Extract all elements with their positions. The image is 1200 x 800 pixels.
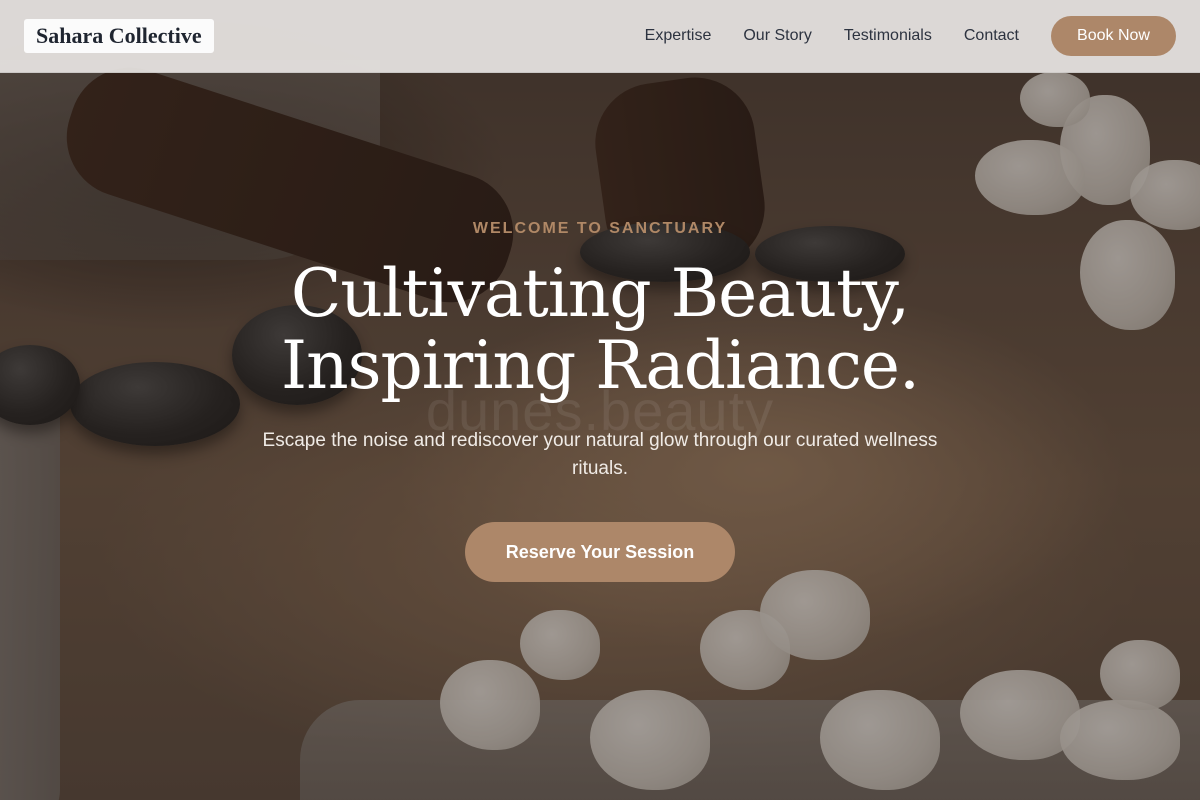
book-now-button[interactable]: Book Now <box>1051 16 1176 56</box>
top-nav: Sahara Collective Expertise Our Story Te… <box>0 0 1200 73</box>
reserve-session-button[interactable]: Reserve Your Session <box>465 522 735 582</box>
headline-line-1: Cultivating Beauty, <box>290 255 910 332</box>
nav-links: Expertise Our Story Testimonials Contact… <box>645 16 1176 56</box>
hero-eyebrow: WELCOME TO SANCTUARY <box>472 220 728 237</box>
nav-link-our-story[interactable]: Our Story <box>743 27 811 45</box>
nav-link-contact[interactable]: Contact <box>964 27 1019 45</box>
nav-link-testimonials[interactable]: Testimonials <box>844 27 932 45</box>
brand-logo[interactable]: Sahara Collective <box>24 19 214 53</box>
nav-link-expertise[interactable]: Expertise <box>645 27 712 45</box>
hero-subtext: Escape the noise and rediscover your nat… <box>262 430 938 479</box>
